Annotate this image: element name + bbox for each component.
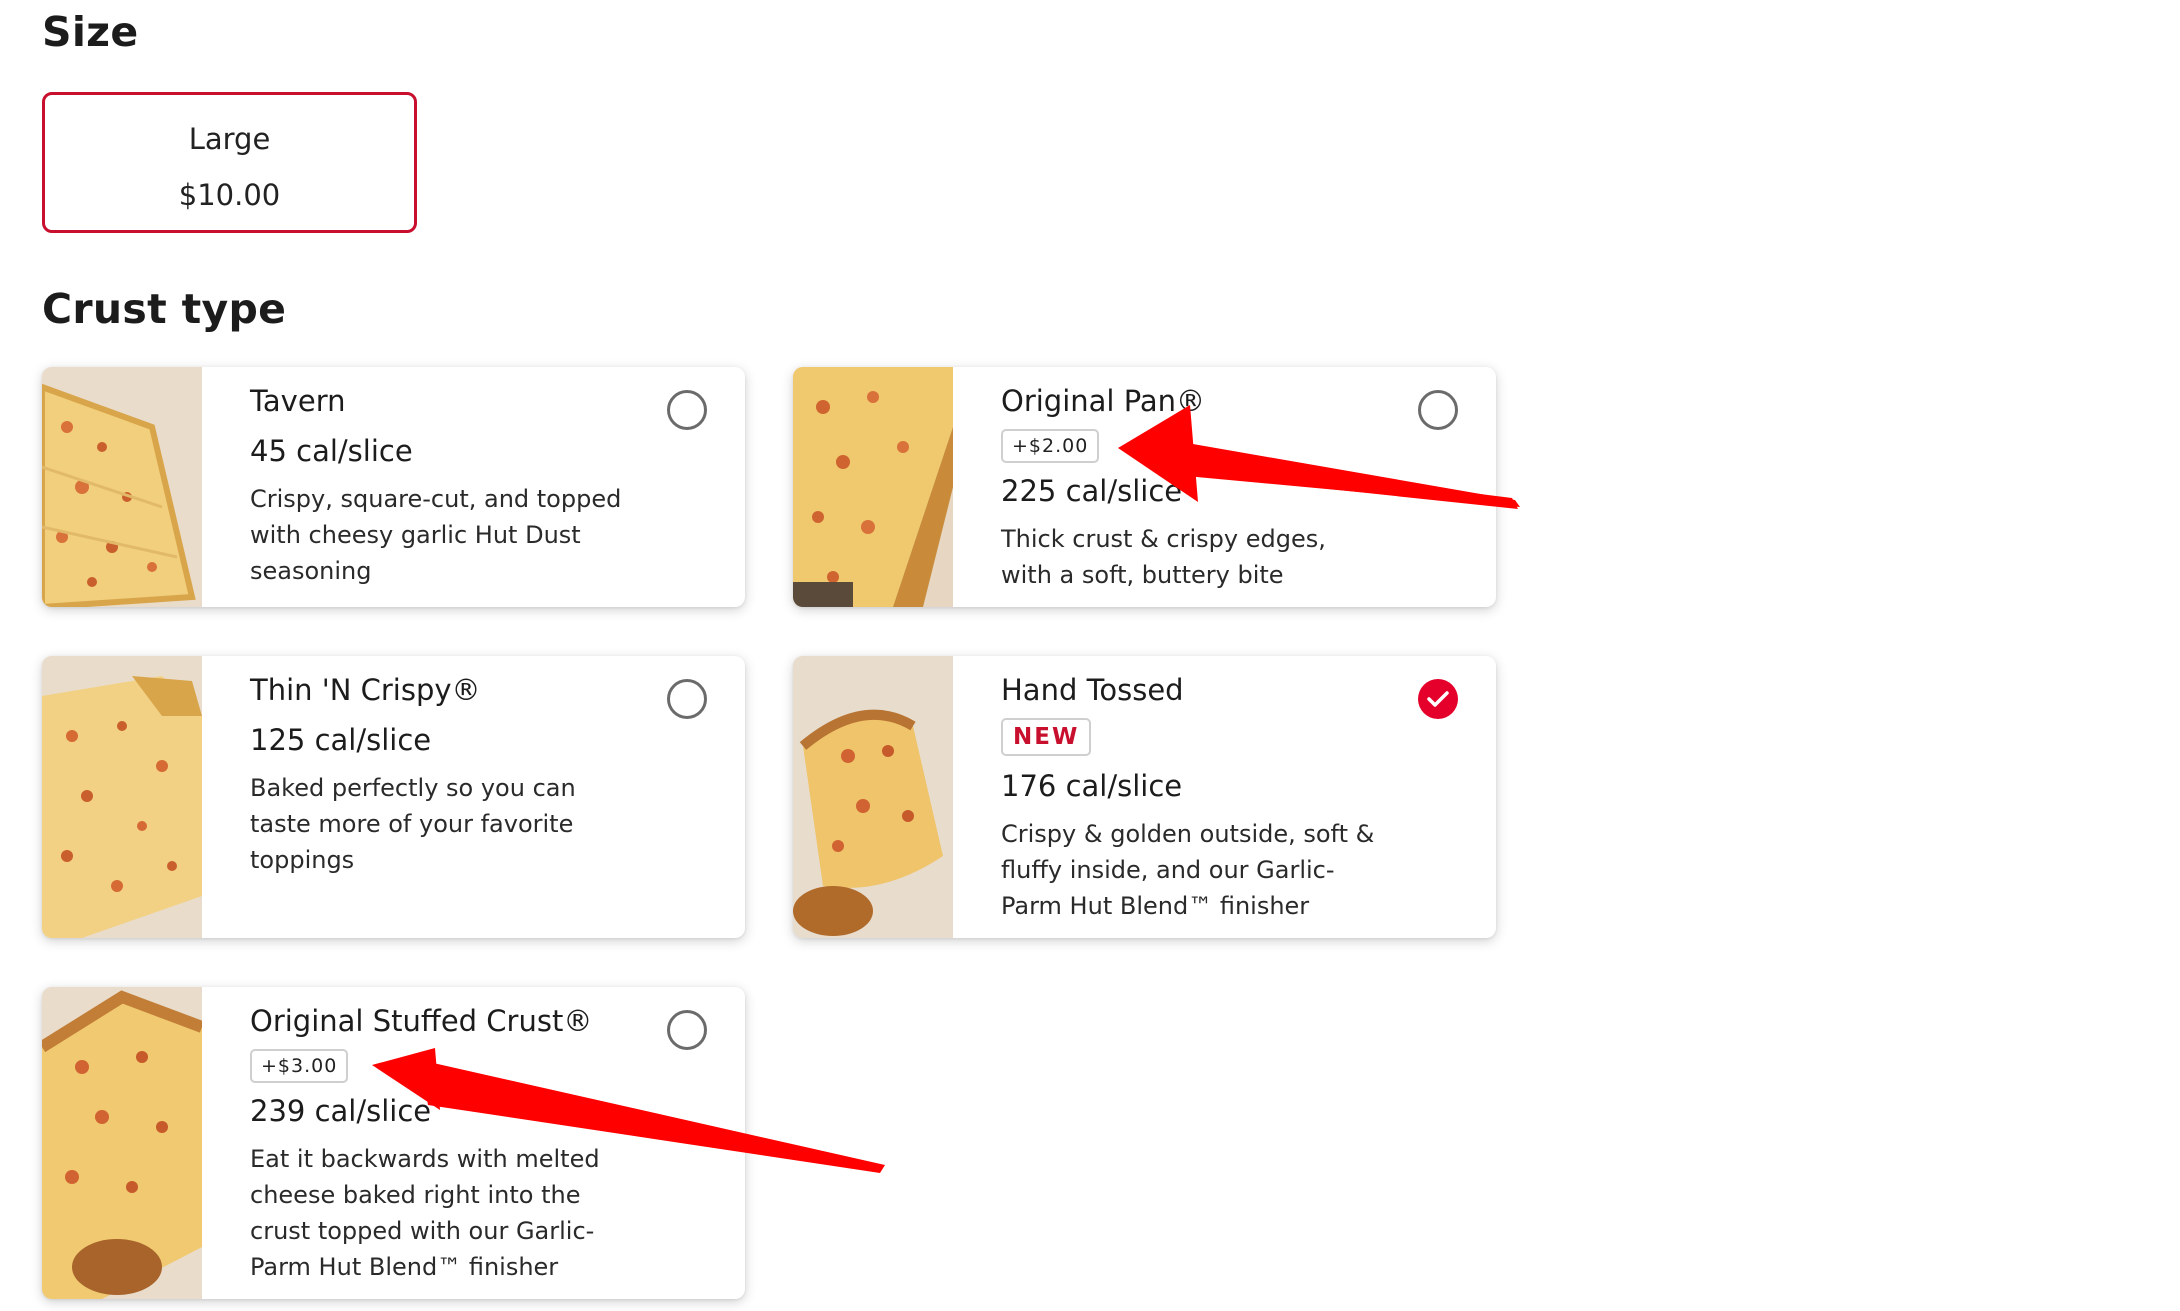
size-option-large[interactable]: Large $10.00 (42, 92, 417, 233)
crust-name: Tavern (250, 384, 346, 418)
radio-empty-icon[interactable] (667, 390, 707, 430)
crust-name: Hand Tossed (1001, 673, 1184, 707)
original-pan-pizza-image (793, 367, 953, 607)
crust-description: Baked perfectly so you can taste more of… (250, 774, 576, 874)
crust-option-hand-tossed[interactable]: Hand Tossed NEW 176 cal/slice Crispy & g… (793, 656, 1496, 938)
size-name: Large (188, 122, 271, 156)
price-badge: +$3.00 (250, 1049, 349, 1083)
crust-calories: 225 cal/slice (1001, 474, 1183, 508)
hand-tossed-pizza-image (793, 656, 953, 938)
crust-calories: 125 cal/slice (250, 723, 432, 757)
crust-description: Eat it backwards with melted cheese bake… (250, 1145, 600, 1281)
crust-option-tavern[interactable]: Tavern 45 cal/slice Crispy, square-cut, … (42, 367, 745, 607)
crust-name: Original Pan® (1001, 384, 1206, 418)
crust-name: Original Stuffed Crust® (250, 1004, 593, 1038)
crust-description: Thick crust & crispy edges, with a soft,… (1001, 525, 1326, 589)
crust-option-original-stuffed-crust[interactable]: Original Stuffed Crust® +$3.00 239 cal/s… (42, 987, 745, 1299)
crust-section-title: Crust type (42, 285, 287, 333)
crust-description: Crispy, square-cut, and topped with chee… (250, 485, 622, 585)
tavern-pizza-image (42, 367, 202, 607)
size-price: $10.00 (178, 178, 281, 212)
crust-option-original-pan[interactable]: Original Pan® +$2.00 225 cal/slice Thick… (793, 367, 1496, 607)
new-badge: NEW (1001, 718, 1092, 756)
price-badge: +$2.00 (1001, 429, 1100, 463)
check-circle-icon[interactable] (1418, 679, 1458, 719)
thin-n-crispy-pizza-image (42, 656, 202, 938)
crust-calories: 45 cal/slice (250, 434, 413, 468)
crust-calories: 176 cal/slice (1001, 769, 1183, 803)
stuffed-crust-pizza-image (42, 987, 202, 1299)
crust-option-thin-n-crispy[interactable]: Thin 'N Crispy® 125 cal/slice Baked perf… (42, 656, 745, 938)
radio-empty-icon[interactable] (1418, 390, 1458, 430)
crust-description: Crispy & golden outside, soft & fluffy i… (1001, 820, 1375, 920)
radio-empty-icon[interactable] (667, 679, 707, 719)
crust-calories: 239 cal/slice (250, 1094, 432, 1128)
radio-empty-icon[interactable] (667, 1010, 707, 1050)
crust-name: Thin 'N Crispy® (250, 673, 481, 707)
size-section-title: Size (42, 8, 139, 56)
